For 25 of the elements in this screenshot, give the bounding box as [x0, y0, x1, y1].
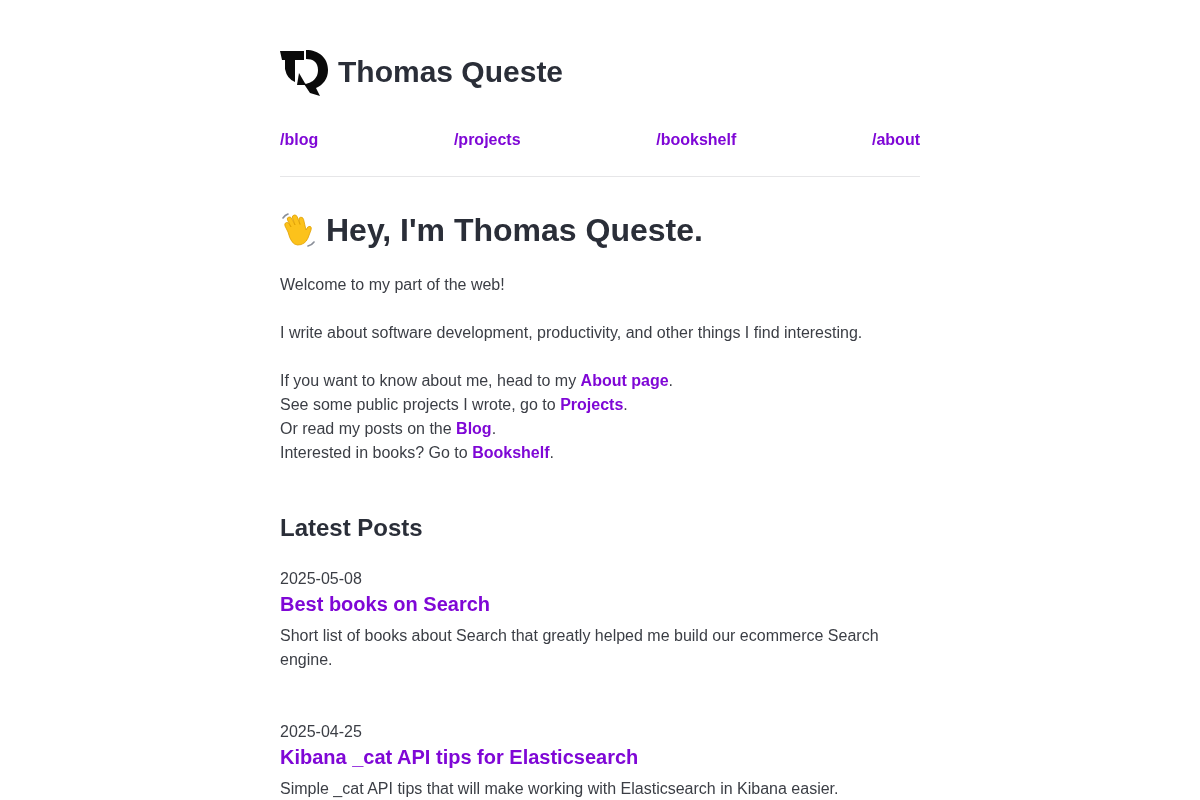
inline-link[interactable]: About page	[580, 372, 669, 389]
intro-sentence: If you want to know about me, head to my About page.	[280, 371, 674, 391]
intro-paragraph: I write about software development, productivity, and other things I find interesting.	[280, 323, 864, 343]
post-date: 2025-05-08	[280, 569, 362, 589]
nav-link[interactable]: /projects	[453, 128, 521, 152]
post-title-link[interactable]: Best books on Search	[280, 591, 491, 617]
inline-link[interactable]: Projects	[560, 396, 624, 413]
site-title: Thomas Queste	[338, 54, 564, 90]
post-title-link[interactable]: Kibana _cat API tips for Elasticsearch	[280, 744, 639, 770]
nav-link[interactable]: /bookshelf	[656, 128, 737, 152]
nav-link[interactable]: /blog	[280, 128, 319, 152]
monogram-logo	[280, 48, 328, 96]
post-date: 2025-04-25	[280, 722, 362, 742]
post-summary: Short list of books about Search that greatly helped me build our ecommerce Search engine.	[280, 626, 880, 670]
intro-sentence: Interested in books? Go to Bookshelf.	[280, 443, 554, 463]
greeting-heading: Hey, I'm Thomas Queste.	[326, 211, 703, 250]
waving-hand-icon	[280, 212, 316, 248]
inline-link[interactable]: Blog	[456, 420, 492, 437]
nav-link[interactable]: /about	[872, 128, 920, 152]
post-summary: Simple _cat API tips that will make working with Elasticsearch in Kibana easier.	[280, 779, 839, 799]
intro-sentence: See some public projects I wrote, go to Projects.	[280, 395, 628, 415]
intro-paragraph: Welcome to my part of the web!	[280, 275, 506, 295]
section-heading: Latest Posts	[280, 513, 424, 543]
inline-link[interactable]: Bookshelf	[472, 444, 550, 461]
intro-sentence: Or read my posts on the Blog.	[280, 419, 497, 439]
